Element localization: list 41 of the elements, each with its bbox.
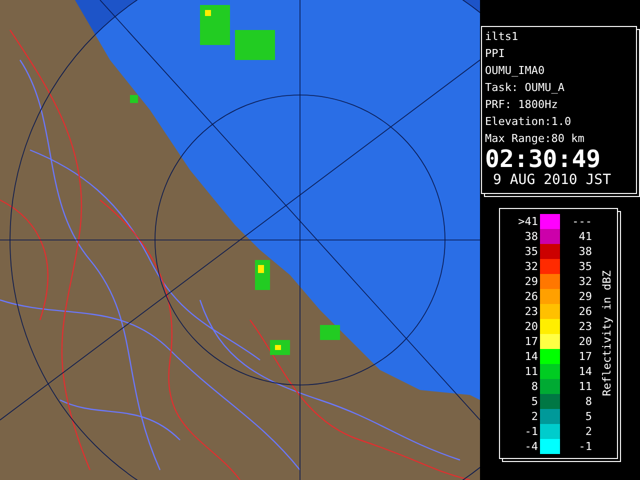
- legend-high-text: -1: [578, 438, 592, 454]
- legend-high-text: ---: [571, 214, 592, 228]
- legend-low-text: -4: [524, 438, 539, 454]
- legend-low-text: 11: [524, 364, 539, 378]
- legend-high-text: 8: [584, 394, 592, 408]
- info-text: PRF: 1800Hz: [485, 97, 559, 113]
- info-text: Task: OUMU_A: [485, 80, 566, 96]
- legend-low-text: 17: [524, 334, 539, 348]
- legend-high-text: 29: [578, 288, 592, 304]
- info-text: OUMU_IMA0: [485, 63, 546, 79]
- legend-low-text: 14: [524, 348, 539, 364]
- info-text: Max Range:80 km: [485, 131, 586, 147]
- legend-high-text: 5: [584, 408, 592, 424]
- legend-low-text: 5: [530, 394, 539, 408]
- legend-high-text: 26: [578, 304, 592, 318]
- legend-low-text: >41: [517, 214, 539, 228]
- legend-low-text: 32: [524, 258, 539, 274]
- legend-high-text: 2: [584, 424, 592, 438]
- legend-low-text: 26: [524, 288, 539, 304]
- legend-low-text: 38: [524, 228, 539, 244]
- legend-high-text: 17: [578, 348, 592, 364]
- legend-high-text: 23: [578, 318, 592, 334]
- info-text: PPI: [485, 46, 506, 62]
- legend-low-text: 20: [524, 318, 539, 334]
- legend-low-text: 8: [530, 378, 539, 394]
- time-text: 02:30:49: [485, 147, 602, 171]
- legend-high-text: 11: [578, 378, 592, 394]
- legend-high-text: 20: [578, 334, 592, 348]
- legend-high-text: 38: [578, 244, 592, 258]
- info-text: ilts1: [485, 29, 520, 45]
- legend-low-text: 29: [524, 274, 539, 288]
- info-text: Elevation:1.0: [485, 114, 572, 130]
- legend-high-text: 32: [578, 274, 592, 288]
- legend-low-text: -1: [524, 424, 539, 438]
- legend-high-text: 41: [578, 228, 592, 244]
- legend-high-text: 35: [578, 258, 592, 274]
- legend-title: Reflectivity in dBZ: [600, 270, 615, 396]
- legend-low-text: 35: [524, 244, 539, 258]
- legend-low-text: 23: [524, 304, 539, 318]
- legend-low-text: 2: [530, 408, 539, 424]
- legend-high-text: 14: [578, 364, 592, 378]
